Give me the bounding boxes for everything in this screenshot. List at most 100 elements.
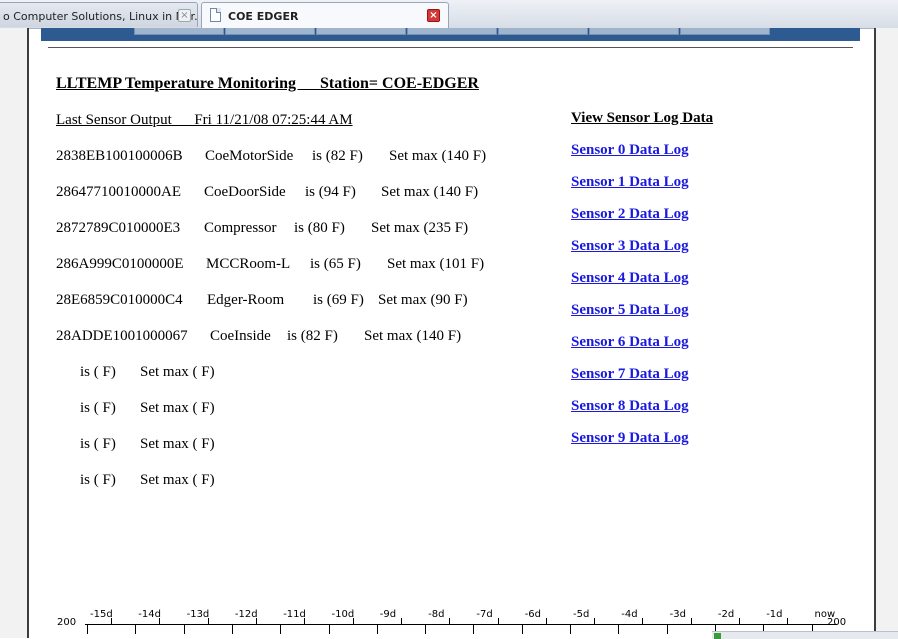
ruler-label: -2d: [717, 609, 735, 620]
sensor-reading: is ( F): [80, 436, 116, 452]
sensor-name: Compressor: [204, 220, 277, 236]
ruler-tick: [570, 624, 571, 634]
page-icon: [210, 8, 221, 22]
sensor-setmax: Set max ( F): [140, 472, 215, 488]
ruler-minor-tick: [400, 618, 402, 624]
tab-label: o Computer Solutions, Linux in Nor...: [3, 10, 198, 23]
sensor-reading: is (69 F): [313, 292, 364, 308]
sensor-reading: is ( F): [80, 400, 116, 416]
sensor-reading: is (82 F): [312, 148, 363, 164]
sensor-reading: is (82 F): [287, 328, 338, 344]
ruler-tick: [425, 624, 427, 634]
ruler-minor-tick: [787, 618, 789, 624]
close-icon[interactable]: ×: [178, 9, 191, 22]
ruler-label: -6d: [524, 609, 542, 620]
sensor-name: CoeInside: [210, 328, 271, 344]
ruler-minor-tick: [739, 618, 741, 624]
sensor-reading: is (80 F): [294, 220, 345, 236]
tab-label: COE EDGER: [228, 10, 299, 23]
nav-button[interactable]: [498, 28, 588, 35]
sensor-reading: is ( F): [80, 472, 116, 488]
sensor-6-log-link[interactable]: Sensor 6 Data Log: [571, 334, 689, 351]
tab-computer-solutions[interactable]: o Computer Solutions, Linux in Nor... ×: [0, 2, 198, 27]
sensor-id: 28ADDE1001000067: [56, 328, 188, 344]
nav-button[interactable]: [225, 28, 315, 35]
sensor-7-log-link[interactable]: Sensor 7 Data Log: [571, 366, 689, 383]
sensor-setmax: Set max ( F): [140, 364, 215, 380]
sensor-setmax: Set max (235 F): [371, 220, 469, 236]
ruler-label: -12d: [234, 609, 258, 620]
ruler-label: -1d: [766, 609, 783, 620]
nav-button[interactable]: [316, 28, 406, 35]
ruler-tick: [280, 624, 282, 634]
page-frame-right: [874, 28, 876, 638]
close-icon[interactable]: ×: [427, 9, 440, 22]
ruler-minor-tick: [594, 618, 596, 624]
sensor-2-log-link[interactable]: Sensor 2 Data Log: [571, 206, 689, 223]
ruler-tick: [87, 624, 88, 634]
divider: [48, 47, 853, 48]
nav-button[interactable]: [407, 28, 497, 35]
sensor-3-log-link[interactable]: Sensor 3 Data Log: [571, 238, 689, 255]
ruler-label: -15d: [90, 609, 113, 620]
ruler-label: -11d: [283, 609, 306, 620]
ruler-minor-tick: [690, 618, 692, 624]
sensor-setmax: Set max ( F): [140, 400, 215, 416]
ruler-label: now: [814, 609, 836, 620]
ruler-label: -7d: [476, 609, 493, 620]
sensor-id: 28E6859C010000C4: [56, 292, 183, 308]
sensor-name: CoeMotorSide: [205, 148, 294, 164]
sensor-setmax: Set max (140 F): [389, 148, 487, 164]
sensor-1-log-link[interactable]: Sensor 1 Data Log: [571, 174, 689, 191]
sensor-setmax: Set max (140 F): [381, 184, 479, 200]
page-frame-left: [27, 28, 29, 638]
sensor-0-log-link[interactable]: Sensor 0 Data Log: [571, 142, 689, 159]
ruler-label: -13d: [186, 609, 210, 620]
sensor-4-log-link[interactable]: Sensor 4 Data Log: [571, 270, 689, 287]
sensor-setmax: Set max (101 F): [387, 256, 485, 272]
sensor-9-log-link[interactable]: Sensor 9 Data Log: [571, 430, 689, 447]
tab-coe-edger[interactable]: COE EDGER ×: [201, 2, 449, 28]
ruler-label: -10d: [331, 609, 355, 620]
sensor-id: 2838EB100100006B: [56, 148, 183, 164]
ruler-baseline: [85, 624, 837, 625]
sensor-5-log-link[interactable]: Sensor 5 Data Log: [571, 302, 689, 319]
ruler-minor-tick: [497, 618, 499, 624]
ruler-tick: [521, 624, 523, 634]
sensor-id: 286A999C0100000E: [56, 256, 184, 272]
ruler-label: -3d: [669, 609, 686, 620]
ruler-label: -9d: [379, 609, 397, 620]
ruler-tick: [328, 624, 330, 634]
site-nav-bar: [41, 28, 860, 41]
nav-button[interactable]: [680, 28, 770, 35]
ruler-label: -8d: [428, 609, 445, 620]
ruler-minor-tick: [642, 618, 644, 624]
sensor-id: 2872789C010000E3: [56, 220, 181, 236]
sensor-id: 28647710010000AE: [56, 184, 181, 200]
ruler-left-value: 200: [57, 617, 77, 628]
ruler-label: -4d: [621, 609, 638, 620]
sensor-reading: is (94 F): [305, 184, 356, 200]
sensor-setmax: Set max (140 F): [364, 328, 462, 344]
nav-button[interactable]: [589, 28, 679, 35]
ruler-tick: [376, 624, 378, 634]
last-sensor-output: Last Sensor Output Fri 11/21/08 07:25:44…: [56, 112, 353, 128]
browser-tab-bar: o Computer Solutions, Linux in Nor... × …: [0, 0, 898, 29]
sensor-8-log-link[interactable]: Sensor 8 Data Log: [571, 398, 689, 415]
ruler-tick: [618, 624, 620, 634]
ruler-tick: [183, 624, 185, 634]
ruler-label: -5d: [573, 609, 590, 620]
ruler-label: -14d: [138, 609, 161, 620]
ruler-minor-tick: [545, 618, 547, 624]
page-title: LLTEMP Temperature Monitoring Station= C…: [56, 75, 479, 92]
nav-button[interactable]: [134, 28, 224, 35]
sensor-name: Edger-Room: [207, 292, 285, 308]
sensor-setmax: Set max ( F): [140, 436, 215, 452]
sensor-reading: is ( F): [80, 364, 116, 380]
page-background-left: [0, 28, 27, 638]
sensor-reading: is (65 F): [310, 256, 361, 272]
page-background-right: [876, 28, 898, 638]
ruler-tick: [135, 624, 137, 634]
ruler-tick: [666, 624, 668, 634]
sensor-setmax: Set max (90 F): [378, 292, 468, 308]
